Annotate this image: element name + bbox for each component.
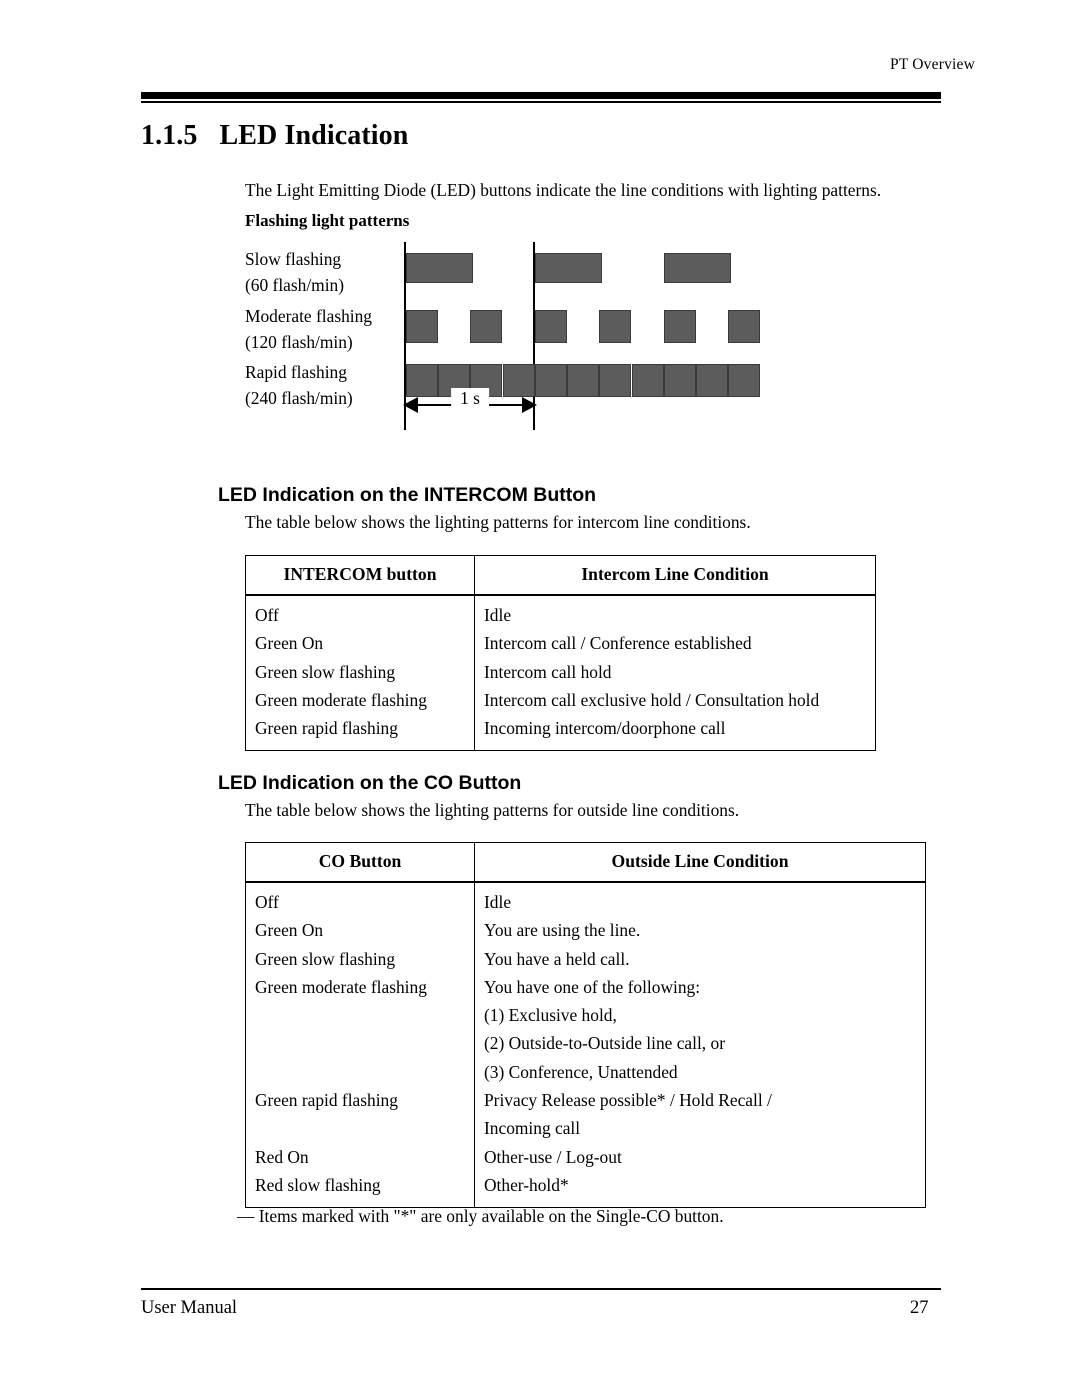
co-section-heading: LED Indication on the CO Button (218, 772, 522, 794)
slow-bar (406, 253, 473, 283)
table-row-spacer: . (255, 1058, 474, 1086)
table-row: Intercom call / Conference established (484, 633, 752, 654)
table-row: Other-use / Log-out (484, 1146, 622, 1167)
co-condition-column: Idle You are using the line. You have a … (474, 883, 925, 1208)
table-row-spacer: . (255, 1114, 474, 1142)
co-col-header-condition: Outside Line Condition (474, 843, 925, 881)
arrow-head-right-icon (522, 397, 537, 413)
slow-bar (664, 253, 731, 283)
diagram-label-moderate: Moderate flashing (120 flash/min) (245, 306, 373, 352)
table-row-spacer: . (255, 1029, 474, 1057)
rapid-bar (567, 364, 599, 397)
document-page: PT Overview 1.1.5 LED Indication The Ligh… (0, 0, 1080, 1397)
table-row: Incoming intercom/doorphone call (484, 718, 726, 739)
rapid-bar (535, 364, 567, 397)
footnote: — Items marked with "*" are only availab… (237, 1206, 724, 1226)
section-number: 1.1.5 (141, 120, 198, 151)
table-row: Green On (255, 920, 324, 941)
table-row: You have one of the following: (484, 976, 701, 997)
intercom-button-column: Off Green On Green slow flashing Green m… (246, 596, 474, 750)
rapid-bar (728, 364, 760, 397)
table-row-spacer: . (255, 1001, 474, 1029)
table-row: Intercom call hold (484, 661, 612, 682)
co-table-header-row: CO Button Outside Line Condition (246, 843, 925, 883)
intercom-col-header-condition: Intercom Line Condition (474, 556, 875, 594)
co-table: CO Button Outside Line Condition Off Gre… (245, 842, 926, 1209)
table-row: Idle (484, 892, 512, 912)
intercom-table-body: Off Green On Green slow flashing Green m… (246, 596, 875, 751)
table-row: Off (255, 892, 279, 912)
moderate-bar (535, 310, 567, 343)
moderate-bar (664, 310, 696, 343)
footer-manual-label: User Manual (141, 1298, 238, 1318)
table-row: Privacy Release possible* / Hold Recall … (484, 1090, 772, 1111)
table-row: Off (255, 605, 279, 625)
co-button-column: Off Green On Green slow flashing Green m… (246, 883, 474, 1207)
one-second-arrow: 1 s (403, 388, 537, 418)
diagram-label-slow: Slow flashing (60 flash/min) (245, 249, 345, 295)
table-row: Green slow flashing (255, 661, 396, 682)
table-row: Green slow flashing (255, 948, 396, 969)
moderate-bar (406, 310, 438, 343)
table-row: Other-hold* (484, 1174, 569, 1195)
table-row: Green moderate flashing (255, 689, 427, 710)
co-table-body: Off Green On Green slow flashing Green m… (246, 883, 925, 1208)
footer-page-number: 27 (910, 1298, 929, 1318)
intro-paragraph: The Light Emitting Diode (LED) buttons i… (245, 180, 882, 200)
table-row: Green rapid flashing (255, 718, 398, 739)
intercom-table-header-row: INTERCOM button Intercom Line Condition (246, 556, 875, 596)
one-second-label: 1 s (451, 388, 489, 409)
slow-bar (535, 253, 602, 283)
arrow-head-left-icon (403, 397, 418, 413)
table-row: Intercom call exclusive hold / Consultat… (484, 689, 820, 710)
table-row: Incoming call (484, 1118, 581, 1139)
intercom-table: INTERCOM button Intercom Line Condition … (245, 555, 876, 752)
intercom-section-heading: LED Indication on the INTERCOM Button (218, 484, 597, 506)
table-row: Green moderate flashing (255, 976, 427, 997)
moderate-bar (599, 310, 631, 343)
rapid-bar (632, 364, 664, 397)
page-title: 1.1.5 LED Indication (141, 120, 408, 152)
table-row: You are using the line. (484, 920, 641, 941)
table-row: Red On (255, 1146, 309, 1167)
intercom-condition-column: Idle Intercom call / Conference establis… (474, 596, 875, 751)
table-row: (2) Outside-to-Outside line call, or (484, 1033, 725, 1054)
table-row: Idle (484, 605, 512, 625)
table-row: (3) Conference, Unattended (484, 1061, 678, 1082)
table-row: (1) Exclusive hold, (484, 1005, 617, 1026)
co-col-header-button: CO Button (318, 851, 402, 871)
intercom-col-header-button: INTERCOM button (283, 564, 437, 584)
table-row: Green rapid flashing (255, 1090, 398, 1111)
rapid-bar (664, 364, 696, 397)
flashing-patterns-heading: Flashing light patterns (245, 211, 410, 230)
table-row: Red slow flashing (255, 1174, 381, 1195)
co-section-lead: The table below shows the lighting patte… (245, 800, 740, 820)
header-rule (141, 92, 941, 103)
table-row: Green On (255, 633, 324, 654)
moderate-bar (728, 310, 760, 343)
running-header: PT Overview (890, 56, 975, 73)
table-row: You have a held call. (484, 948, 630, 969)
rapid-bar (696, 364, 728, 397)
diagram-label-rapid: Rapid flashing (240 flash/min) (245, 362, 353, 408)
rapid-bar (599, 364, 631, 397)
intercom-section-lead: The table below shows the lighting patte… (245, 512, 751, 532)
footer-rule (141, 1288, 941, 1290)
moderate-bar (470, 310, 502, 343)
section-title-text: LED Indication (219, 120, 409, 151)
flashing-pattern-diagram: Slow flashing (60 flash/min) Moderate fl… (245, 240, 805, 435)
